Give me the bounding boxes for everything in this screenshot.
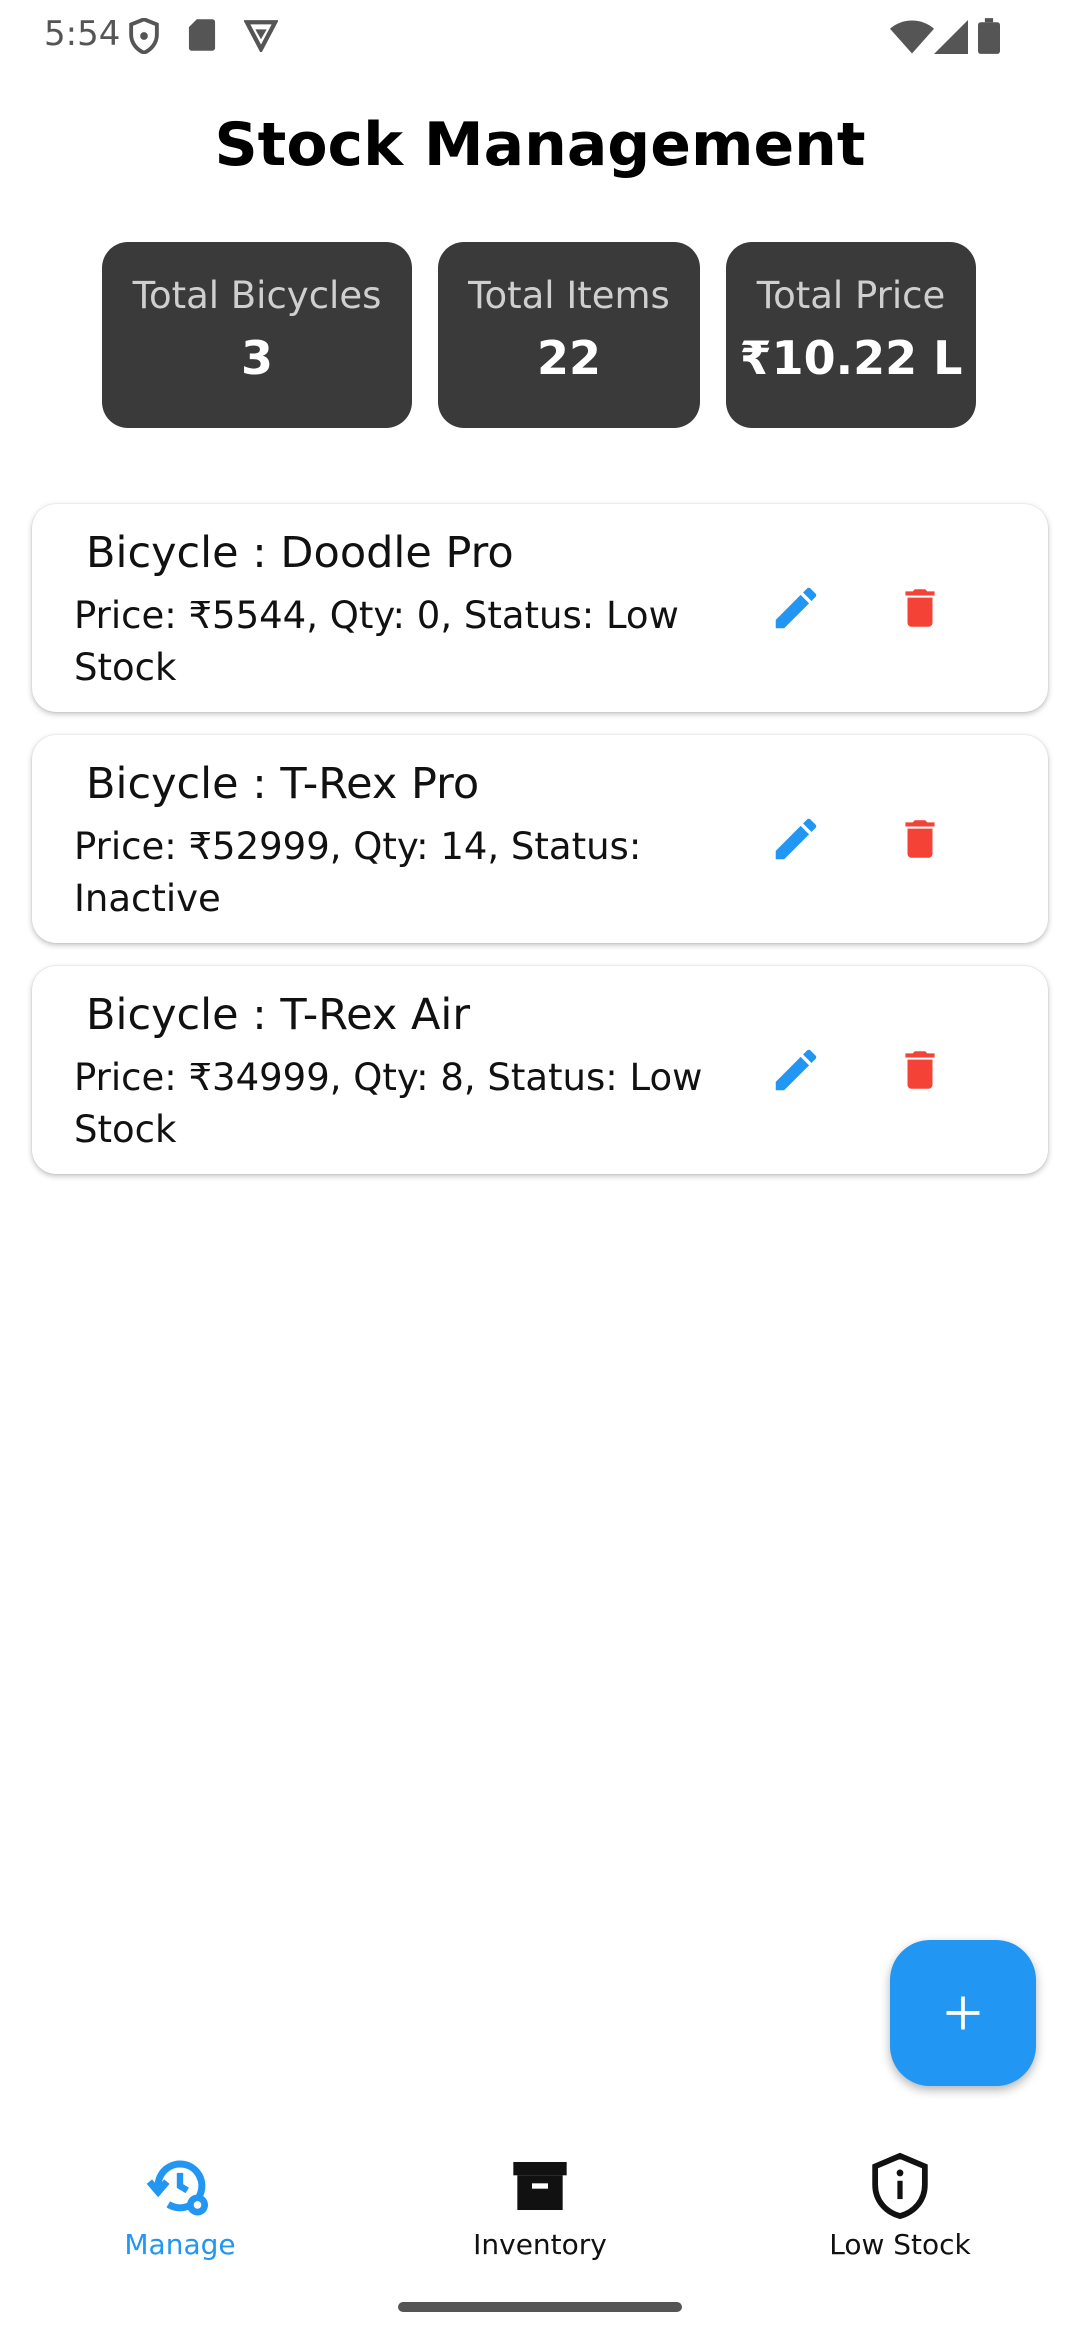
nav-label: Inventory xyxy=(473,2228,607,2261)
stat-value: 3 xyxy=(240,331,273,385)
item-subtitle: Price: ₹34999, Qty: 8, Status: Low Stock xyxy=(74,1056,703,1151)
stat-label: Total Items xyxy=(468,274,670,317)
edit-button[interactable] xyxy=(756,568,836,648)
status-bar: 5:54 xyxy=(0,0,1080,72)
stat-label: Total Price xyxy=(756,274,946,317)
wifi-icon xyxy=(890,20,934,58)
pencil-icon xyxy=(775,1049,817,1091)
item-title: Bicycle : T-Rex Air xyxy=(86,990,471,1040)
stat-value: 22 xyxy=(536,331,601,385)
bottom-navigation: Manage Inventory Low Stock xyxy=(0,2130,1080,2280)
edit-button[interactable] xyxy=(756,1030,836,1110)
nav-item-low-stock[interactable]: Low Stock xyxy=(720,2130,1080,2280)
list-item[interactable]: Bicycle : Doodle Pro Price: ₹5544, Qty: … xyxy=(32,504,1048,712)
screen: 5:54 Stock Management Total Bicycles 3 T… xyxy=(0,0,1080,2340)
add-item-button[interactable] xyxy=(890,1940,1036,2086)
vpn-icon xyxy=(243,18,279,56)
item-subtitle: Price: ₹5544, Qty: 0, Status: Low Stock xyxy=(74,594,679,689)
trash-icon xyxy=(905,589,935,627)
page-title: Stock Management xyxy=(214,110,866,180)
battery-icon xyxy=(978,18,1000,58)
item-title: Bicycle : T-Rex Pro xyxy=(86,759,480,809)
item-subtitle: Price: ₹52999, Qty: 14, Status: Inactive xyxy=(74,825,642,920)
list-item[interactable]: Bicycle : T-Rex Pro Price: ₹52999, Qty: … xyxy=(32,735,1048,943)
stat-label: Total Bicycles xyxy=(132,274,382,317)
nav-item-manage[interactable]: Manage xyxy=(0,2130,360,2280)
status-time: 5:54 xyxy=(44,14,121,54)
plus-icon xyxy=(946,1996,980,2030)
edit-button[interactable] xyxy=(756,799,836,879)
shield-alert-icon xyxy=(868,2150,932,2222)
stat-card-total-items: Total Items 22 xyxy=(438,242,700,428)
trash-icon xyxy=(905,1051,935,1089)
signal-icon xyxy=(934,20,968,58)
nav-item-inventory[interactable]: Inventory xyxy=(360,2130,720,2280)
pencil-icon xyxy=(775,587,817,629)
shield-icon xyxy=(128,17,160,58)
trash-icon xyxy=(905,820,935,858)
list-item[interactable]: Bicycle : T-Rex Air Price: ₹34999, Qty: … xyxy=(32,966,1048,1174)
nav-label: Low Stock xyxy=(829,2228,971,2261)
delete-button[interactable] xyxy=(880,1030,960,1110)
pencil-icon xyxy=(775,818,817,860)
manage-history-icon xyxy=(145,2150,215,2222)
stat-card-total-price: Total Price ₹10.22 L xyxy=(726,242,976,428)
nav-label: Manage xyxy=(124,2228,236,2261)
stat-card-total-bicycles: Total Bicycles 3 xyxy=(102,242,412,428)
delete-button[interactable] xyxy=(880,799,960,879)
sd-card-icon xyxy=(188,18,216,56)
home-indicator[interactable] xyxy=(398,2302,682,2312)
delete-button[interactable] xyxy=(880,568,960,648)
archive-icon xyxy=(508,2150,572,2222)
stat-value: ₹10.22 L xyxy=(739,331,963,385)
item-title: Bicycle : Doodle Pro xyxy=(86,528,514,578)
